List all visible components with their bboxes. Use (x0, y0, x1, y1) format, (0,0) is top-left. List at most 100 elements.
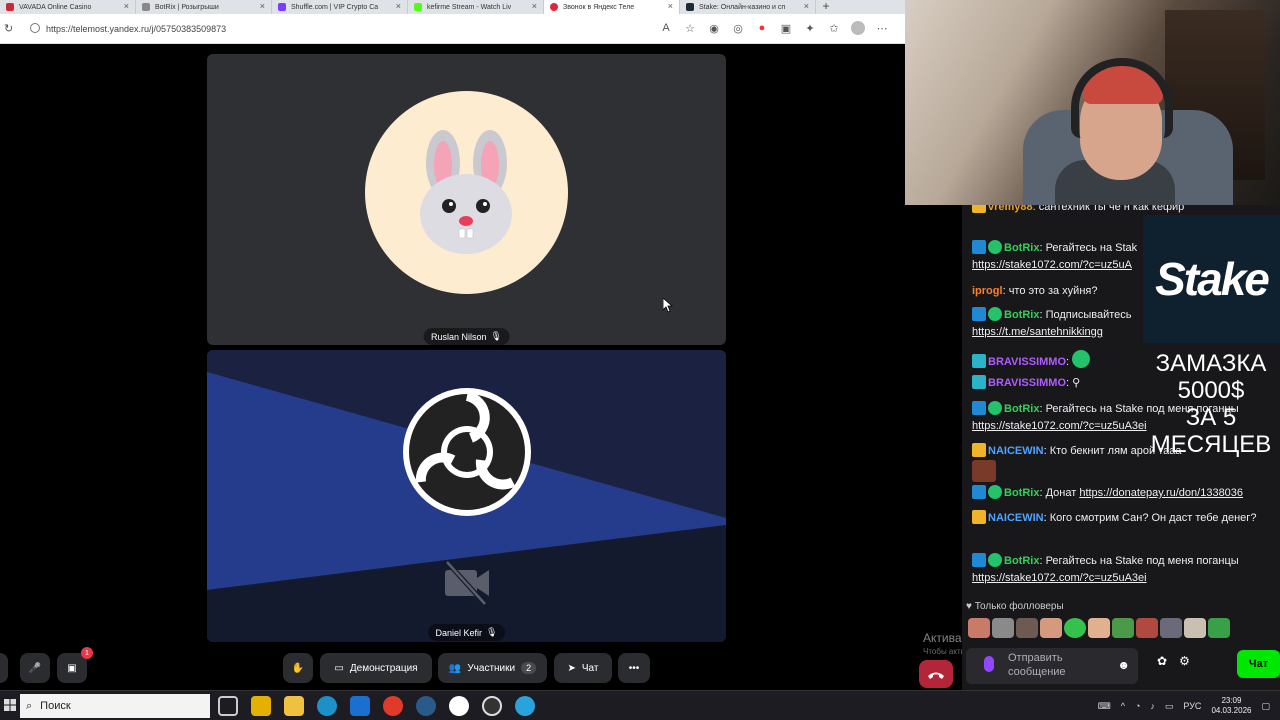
browser-tab-1[interactable]: BotRix | Розыгрыши × (136, 0, 272, 14)
refresh-icon[interactable]: ↻ (4, 22, 13, 35)
chat-send-button[interactable]: Чат (1237, 650, 1280, 678)
more-left-button[interactable]: ▸ (0, 653, 8, 683)
emote-icon[interactable] (968, 618, 990, 638)
notification-center-icon[interactable]: ▢ (1261, 701, 1270, 712)
chat-username[interactable]: BRAVISSIMMO (988, 356, 1066, 368)
participant-tile-ruslan[interactable]: Ruslan Nilson 🎙 (207, 54, 726, 345)
raise-hand-button[interactable]: ✋ (283, 653, 313, 683)
tab-close-icon[interactable]: × (532, 1, 537, 11)
chat-username[interactable]: vremy88 (988, 205, 1033, 213)
camera-button[interactable]: ▣ 1 (57, 647, 93, 683)
end-call-button[interactable] (919, 660, 953, 688)
file-explorer-icon[interactable] (284, 696, 304, 716)
sync-icon[interactable]: ◎ (731, 21, 745, 35)
tab-close-icon[interactable]: × (804, 1, 809, 11)
yandex-icon[interactable] (383, 696, 403, 716)
network-icon[interactable]: ◔ (1135, 701, 1140, 711)
collections-icon[interactable]: ▣ (779, 21, 793, 35)
chat-link[interactable]: https://stake1072.com/?c=uz5uA3ei (972, 420, 1147, 432)
participants-button[interactable]: 👥 Участники 2 (438, 653, 547, 683)
taskbar-clock[interactable]: 23:09 04.03.2026 (1211, 696, 1251, 716)
chat-text: Подписывайтесь (1045, 309, 1132, 321)
tab-title: Звонок в Яндекс Теле (563, 3, 635, 11)
store-icon[interactable] (251, 696, 271, 716)
emote-icon[interactable] (1136, 618, 1158, 638)
outlook-icon[interactable] (350, 696, 370, 716)
emoji-icon[interactable]: ☻ (1117, 658, 1130, 672)
emote-icon[interactable] (1088, 618, 1110, 638)
chat-username[interactable]: BRAVISSIMMO (988, 377, 1066, 389)
extensions-puzzle-icon[interactable]: ✦ (803, 21, 817, 35)
emote-icon[interactable] (1160, 618, 1182, 638)
chat-button[interactable]: ➤ Чат (554, 653, 612, 683)
chat-username[interactable]: BotRix (1004, 309, 1039, 321)
emote-icon[interactable] (1064, 618, 1086, 638)
tab-close-icon[interactable]: × (260, 1, 265, 11)
volume-icon[interactable]: ♪ (1150, 701, 1155, 711)
chat-link[interactable]: https://stake1072.com/?c=uz5uA3ei (972, 572, 1147, 584)
chat-input[interactable]: Отправить сообщение ☻ (966, 648, 1138, 684)
browser-tab-0[interactable]: VAVADA Online Casino × (0, 0, 136, 14)
browser-tab-5[interactable]: Stake: Онлайн-казино и сп × (680, 0, 816, 14)
chat-username[interactable]: NAICEWIN (988, 512, 1044, 524)
chat-username[interactable]: BotRix (1004, 242, 1039, 254)
telegram-icon[interactable] (515, 696, 535, 716)
chat-link[interactable]: https://donatepay.ru/don/1338036 (1079, 487, 1243, 499)
chat-username[interactable]: BotRix (1004, 555, 1039, 567)
chat-username[interactable]: iprogl (972, 285, 1003, 297)
browser-tab-4[interactable]: Звонок в Яндекс Теле × (544, 0, 680, 14)
read-aloud-icon[interactable]: A (659, 21, 673, 35)
extension-icon[interactable]: ◉ (707, 21, 721, 35)
url-field[interactable]: https://telemost.yandex.ru/j/05750383509… (46, 24, 226, 34)
favorites-icon[interactable]: ✩ (827, 21, 841, 35)
points-icon[interactable]: ✿ (1157, 654, 1167, 668)
steam-icon[interactable] (416, 696, 436, 716)
emote-bar (968, 618, 1230, 638)
yandex-browser-icon[interactable] (449, 696, 469, 716)
keyboard-icon[interactable]: ⌨ (1098, 701, 1111, 712)
chat-link[interactable]: https://t.me/santehnikkingg (972, 326, 1103, 338)
bot-badge-icon (972, 401, 986, 415)
emote-icon[interactable] (1184, 618, 1206, 638)
emote-icon[interactable] (1208, 618, 1230, 638)
taskbar-search[interactable]: ⌕ Поиск (20, 694, 210, 718)
emote-icon[interactable] (1016, 618, 1038, 638)
tray-expand-icon[interactable]: ^ (1121, 701, 1125, 711)
emote-icon (1072, 350, 1091, 368)
emote-icon: ⚲ (1072, 377, 1081, 389)
chat-username[interactable]: BotRix (1004, 403, 1039, 415)
site-info-icon[interactable] (30, 23, 40, 33)
emote-icon[interactable] (1040, 618, 1062, 638)
tab-close-icon[interactable]: × (668, 1, 673, 11)
battery-icon[interactable]: ▭ (1165, 701, 1174, 712)
obs-icon[interactable] (482, 696, 502, 716)
more-options-button[interactable]: ••• (618, 653, 650, 683)
tab-close-icon[interactable]: × (124, 1, 129, 11)
extension-red-icon[interactable]: ● (755, 21, 769, 35)
emote-icon[interactable] (1112, 618, 1134, 638)
chat-tools: ✿ ⚙ (1157, 654, 1190, 668)
browser-tab-2[interactable]: Shuffle.com | VIP Crypto Ca × (272, 0, 408, 14)
voice-input-icon[interactable] (984, 656, 994, 672)
system-tray: ⌨ ^ ◔ ♪ ▭ РУС 23:09 04.03.2026 ▢ (1098, 696, 1270, 716)
edge-icon[interactable] (317, 696, 337, 716)
menu-dots-icon[interactable]: ⋯ (875, 21, 889, 35)
emote-icon[interactable] (992, 618, 1014, 638)
participant-tile-daniel[interactable]: Daniel Kefir 🎙 (207, 350, 726, 642)
screen-share-button[interactable]: ▭ Демонстрация (320, 653, 432, 683)
settings-gear-icon[interactable]: ⚙ (1179, 654, 1190, 668)
input-language[interactable]: РУС (1183, 701, 1201, 711)
chat-link[interactable]: https://stake1072.com/?c=uz5uA (972, 259, 1132, 271)
task-view-icon[interactable] (218, 696, 238, 716)
chat-text: Регайтесь на Stake под меня поганцы (1045, 555, 1239, 567)
people-icon: 👥 (448, 662, 462, 674)
tab-close-icon[interactable]: × (396, 1, 401, 11)
windows-start-icon[interactable] (4, 699, 16, 711)
new-tab-button[interactable]: + (816, 0, 836, 14)
chat-username[interactable]: NAICEWIN (988, 445, 1044, 457)
favorite-star-icon[interactable]: ☆ (683, 21, 697, 35)
profile-avatar[interactable] (851, 21, 865, 35)
browser-tab-3[interactable]: kefirme Stream - Watch Liv × (408, 0, 544, 14)
chat-username[interactable]: BotRix (1004, 487, 1039, 499)
mic-button[interactable]: 🎤 (20, 653, 50, 683)
